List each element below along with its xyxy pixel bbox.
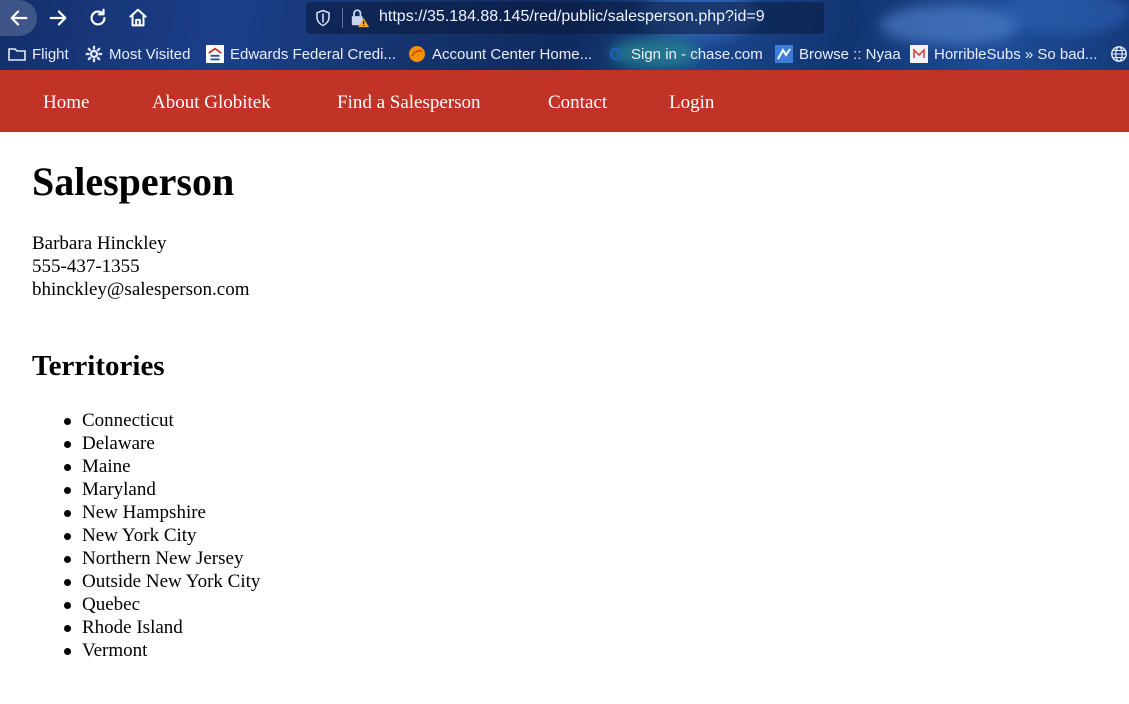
bookmarks-toolbar: Flight Most Visited Edwards Federal Cred… bbox=[0, 40, 1129, 68]
page-icon bbox=[910, 45, 928, 63]
forward-button[interactable] bbox=[40, 0, 76, 36]
home-icon bbox=[129, 8, 147, 27]
territories-list: Connecticut Delaware Maine Maryland New … bbox=[32, 409, 260, 662]
bookmark-nyaa[interactable]: Browse :: Nyaa bbox=[775, 42, 901, 66]
salesperson-name: Barbara Hinckley bbox=[32, 233, 167, 254]
bookmark-horriblesubs[interactable]: HorribleSubs » So bad... bbox=[910, 42, 1097, 66]
gear-icon bbox=[85, 45, 103, 63]
nav-login-link[interactable]: Login bbox=[669, 91, 714, 115]
bookmark-label: Flight bbox=[32, 45, 69, 63]
browser-toolbar: https://35.184.88.145/red/public/salespe… bbox=[0, 0, 1129, 70]
home-button[interactable] bbox=[120, 0, 156, 36]
bookmark-label: Most Visited bbox=[109, 45, 191, 63]
bookmark-account-center[interactable]: Account Center Home... bbox=[408, 42, 592, 66]
back-button[interactable] bbox=[0, 0, 37, 36]
nav-find-salesperson-link[interactable]: Find a Salesperson bbox=[337, 91, 481, 115]
address-bar[interactable]: https://35.184.88.145/red/public/salespe… bbox=[306, 2, 824, 34]
territory-item: Maryland bbox=[63, 478, 260, 501]
bookmark-chase[interactable]: Sign in - chase.com bbox=[607, 42, 763, 66]
shield-icon bbox=[316, 9, 330, 27]
territory-item: Vermont bbox=[63, 639, 260, 662]
territory-item: Delaware bbox=[63, 432, 260, 455]
territory-item: New Hampshire bbox=[63, 501, 260, 524]
page-title: Salesperson bbox=[32, 159, 235, 204]
bookmark-label: Account Center Home... bbox=[432, 45, 593, 63]
bookmark-flight[interactable]: Flight bbox=[8, 42, 69, 66]
territory-item: Connecticut bbox=[63, 409, 260, 432]
arrow-left-icon bbox=[10, 10, 27, 26]
orange-circle-icon bbox=[408, 45, 426, 63]
nav-home-link[interactable]: Home bbox=[43, 91, 89, 115]
bookmark-label: Edwards Federal Credi... bbox=[230, 45, 396, 63]
bookmark-label: Sign in - chase.com bbox=[631, 45, 763, 63]
salesperson-email: bhinckley@salesperson.com bbox=[32, 279, 250, 300]
nav-contact-link[interactable]: Contact bbox=[548, 91, 607, 115]
bookmark-label: HorribleSubs » So bad... bbox=[934, 45, 1098, 63]
territory-item: Northern New Jersey bbox=[63, 547, 260, 570]
reload-icon bbox=[90, 8, 106, 26]
globe-icon bbox=[1110, 45, 1128, 63]
territories-heading: Territories bbox=[32, 350, 165, 382]
salesperson-phone: 555-437-1355 bbox=[32, 256, 140, 277]
folder-icon bbox=[8, 45, 26, 63]
url-separator bbox=[342, 8, 343, 28]
site-navigation: Home About Globitek Find a Salesperson C… bbox=[0, 70, 1129, 132]
lock-warning-icon[interactable] bbox=[349, 8, 371, 28]
bookmark-globe[interactable] bbox=[1110, 42, 1129, 66]
chase-icon bbox=[607, 45, 625, 63]
bank-icon bbox=[206, 45, 224, 63]
bookmark-label: Browse :: Nyaa bbox=[799, 45, 901, 63]
territory-item: Quebec bbox=[63, 593, 260, 616]
salesperson-details: Barbara Hinckley 555-437-1355 bhinckley@… bbox=[32, 232, 249, 301]
territory-item: Maine bbox=[63, 455, 260, 478]
reload-button[interactable] bbox=[80, 0, 116, 36]
bookmark-most-visited[interactable]: Most Visited bbox=[85, 42, 190, 66]
bookmark-edwards-federal[interactable]: Edwards Federal Credi... bbox=[206, 42, 396, 66]
territory-item: New York City bbox=[63, 524, 260, 547]
nav-about-globitek-link[interactable]: About Globitek bbox=[152, 91, 271, 115]
territory-item: Outside New York City bbox=[63, 571, 261, 592]
territory-item: Rhode Island bbox=[63, 616, 260, 639]
url-text[interactable]: https://35.184.88.145/red/public/salespe… bbox=[379, 8, 765, 26]
arrow-right-icon bbox=[49, 10, 67, 26]
nyaa-icon bbox=[775, 45, 793, 63]
